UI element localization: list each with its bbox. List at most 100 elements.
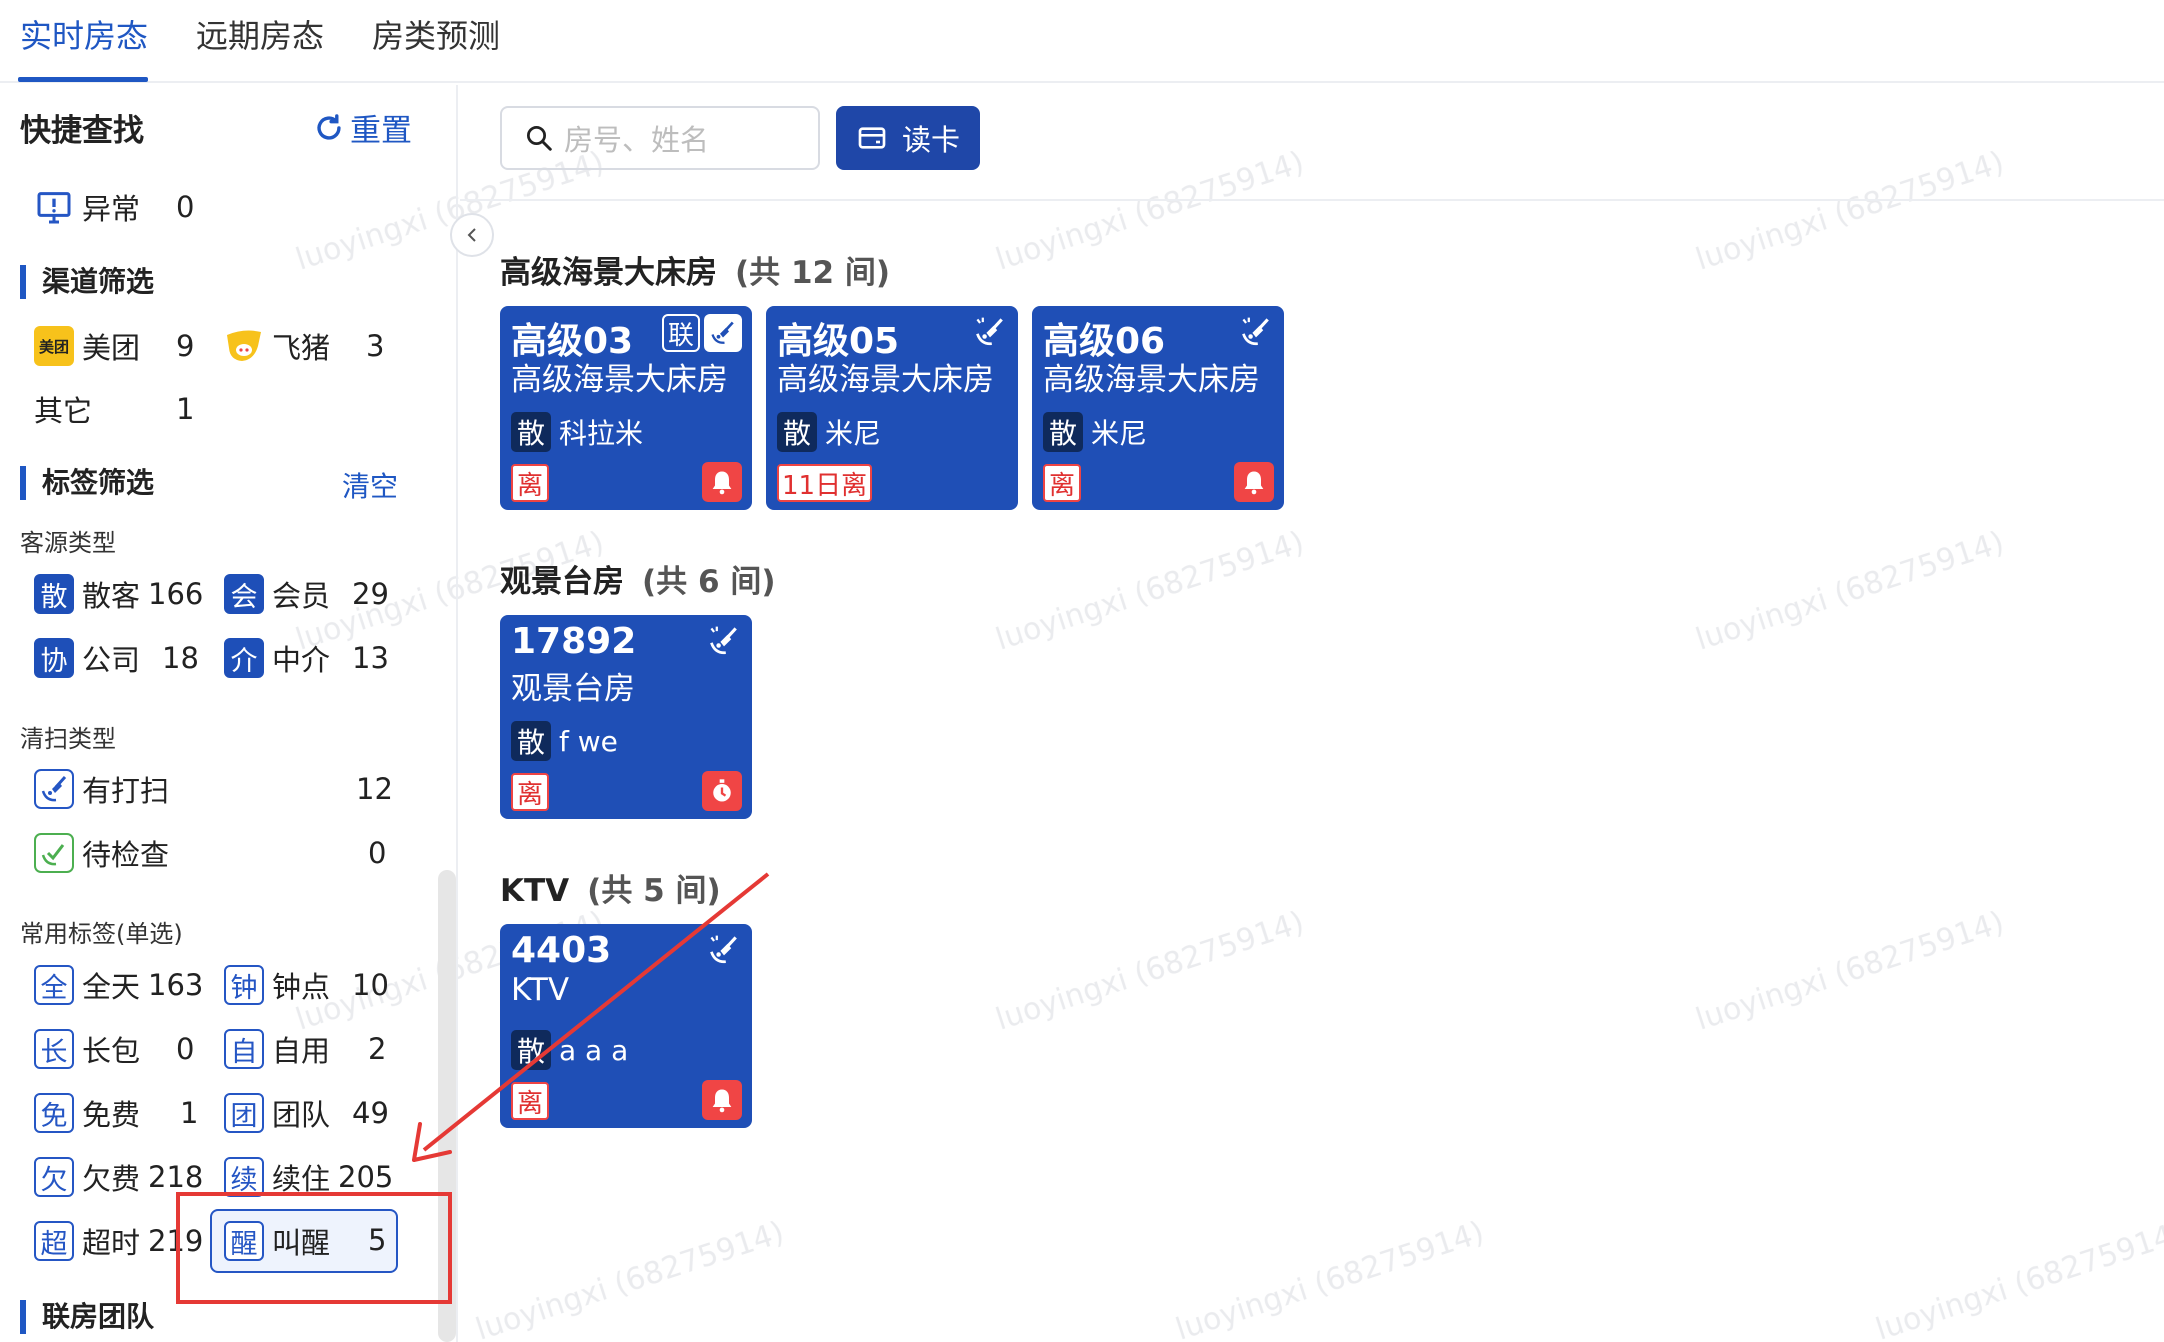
channel-count: 9 — [176, 329, 195, 363]
cleaning-icon — [704, 314, 742, 352]
room-group-title: KTV (共 5 间) — [500, 865, 721, 910]
clear-button[interactable]: 清空 — [342, 465, 398, 505]
abnormal-filter[interactable]: 异常 0 — [34, 183, 194, 231]
guest-type-badge: 介 — [224, 638, 264, 678]
reset-button[interactable]: 重置 — [312, 105, 412, 150]
guest-type-walkin-filter[interactable]: 散 散客 166 — [34, 570, 204, 618]
meituan-icon-text: 美团 — [38, 337, 69, 356]
guest-type-count: 18 — [162, 641, 199, 675]
departure-badge: 离 — [511, 464, 549, 502]
tag-count: 1 — [180, 1096, 199, 1130]
tab-realtime-status[interactable]: 实时房态 — [20, 14, 148, 58]
watermark-text: luoyingxi (68275914) — [992, 525, 1309, 658]
departure-badge: 11日离 — [777, 464, 873, 502]
guest-type-badge: 散 — [1043, 412, 1083, 452]
linked-room-heading: 联房团队 — [20, 1300, 154, 1334]
guest-type-member-filter[interactable]: 会 会员 29 — [224, 570, 394, 618]
guest-type-badge: 协 — [34, 638, 74, 678]
tag-fullday-filter[interactable]: 全 全天 163 — [34, 961, 204, 1009]
channel-fliggy-filter[interactable]: 飞猪 3 — [224, 322, 394, 370]
departure-badge: 离 — [1043, 464, 1081, 502]
room-card[interactable]: 17892 观景台房 散 f we 离 — [500, 615, 752, 819]
group-count: (共 6 间) — [642, 564, 776, 600]
toolbar-divider — [460, 199, 2164, 201]
read-card-button[interactable]: 读卡 — [836, 106, 980, 170]
room-card[interactable]: 高级06 高级海景大床房 散 米尼 离 — [1032, 306, 1284, 510]
tag-count: 49 — [352, 1096, 389, 1130]
room-type: 观景台房 — [511, 671, 635, 707]
guest-type-company-filter[interactable]: 协 公司 18 — [34, 634, 204, 682]
card-icon — [858, 127, 886, 149]
abnormal-count: 0 — [176, 190, 195, 224]
tag-badge: 全 — [34, 965, 74, 1005]
channel-other-filter[interactable]: 其它 1 — [34, 385, 204, 433]
channel-label: 美团 — [82, 331, 141, 365]
tag-label: 全天 — [82, 970, 141, 1004]
watermark-text: luoyingxi (68275914) — [1692, 905, 2009, 1038]
guest-type-agent-filter[interactable]: 介 中介 13 — [224, 634, 394, 682]
group-count: (共 12 间) — [735, 255, 891, 291]
watermark-text: luoyingxi (68275914) — [1872, 1215, 2164, 1342]
tag-badge: 免 — [34, 1093, 74, 1133]
tag-selfuse-filter[interactable]: 自 自用 2 — [224, 1025, 394, 1073]
timer-icon — [702, 771, 742, 811]
group-count: (共 5 间) — [587, 873, 721, 909]
guest-type-badge: 散 — [511, 412, 551, 452]
room-card[interactable]: 4403 KTV 散 a a a 离 — [500, 924, 752, 1128]
tab-room-forecast[interactable]: 房类预测 — [372, 14, 500, 58]
search-input[interactable]: 房号、姓名 — [500, 106, 820, 170]
channel-meituan-filter[interactable]: 美团 美团 9 — [34, 322, 204, 370]
watermark-text: luoyingxi (68275914) — [1172, 1215, 1489, 1342]
bell-icon — [702, 1080, 742, 1120]
clean-type-inspection-filter[interactable]: 待检查 0 — [34, 829, 394, 877]
tag-badge: 团 — [224, 1093, 264, 1133]
tag-badge: 欠 — [34, 1157, 74, 1197]
cleaning-icon — [976, 317, 1003, 346]
collapse-sidebar-button[interactable] — [450, 213, 494, 257]
room-guest: 散 米尼 — [1043, 412, 1147, 452]
guest-type-label: 公司 — [82, 643, 141, 677]
tag-longstay-filter[interactable]: 长 长包 0 — [34, 1025, 204, 1073]
watermark-text: luoyingxi (68275914) — [1692, 525, 2009, 658]
guest-type-count: 29 — [352, 577, 389, 611]
search-icon — [527, 126, 552, 151]
tag-count: 0 — [176, 1032, 195, 1066]
tag-count: 163 — [148, 968, 204, 1002]
channel-filter-heading: 渠道筛选 — [20, 265, 154, 299]
room-group-title: 观景台房 (共 6 间) — [500, 556, 776, 601]
linked-room-badge: 联 — [662, 314, 700, 352]
guest-type-heading: 客源类型 — [20, 529, 116, 557]
room-type: 高级海景大床房 — [1043, 362, 1260, 398]
room-number: 17892 — [511, 621, 637, 662]
channel-label: 飞猪 — [272, 331, 331, 365]
guest-type-badge: 散 — [777, 412, 817, 452]
room-group-title: 高级海景大床房 (共 12 间) — [500, 247, 890, 292]
watermark-text: luoyingxi (68275914) — [472, 1215, 789, 1342]
guest-type-badge: 散 — [511, 721, 551, 761]
tag-free-filter[interactable]: 免 免费 1 — [34, 1089, 204, 1137]
watermark-text: luoyingxi (68275914) — [992, 905, 1309, 1038]
group-name: 观景台房 — [500, 564, 624, 600]
clean-type-cleaning-filter[interactable]: 有打扫 12 — [34, 765, 394, 813]
tag-count: 2 — [368, 1032, 387, 1066]
cleaning-icon — [710, 626, 737, 655]
room-card[interactable]: 高级05 高级海景大床房 散 米尼 11日离 — [766, 306, 1018, 510]
room-type: 高级海景大床房 — [777, 362, 994, 398]
monitor-alert-icon — [37, 192, 71, 224]
room-number: 4403 — [511, 930, 612, 971]
tab-future-status[interactable]: 远期房态 — [196, 14, 324, 58]
abnormal-label: 异常 — [82, 192, 141, 226]
tag-label: 钟点 — [272, 970, 331, 1004]
watermark-text: luoyingxi (68275914) — [992, 145, 1309, 278]
clean-type-label: 有打扫 — [82, 774, 170, 808]
guest-type-count: 166 — [148, 577, 204, 611]
channel-count: 1 — [176, 392, 195, 426]
room-card[interactable]: 高级03 联 高级海景大床房 散 科拉米 离 — [500, 306, 752, 510]
channel-count: 3 — [366, 329, 385, 363]
tag-group-filter[interactable]: 团 团队 49 — [224, 1089, 394, 1137]
guest-type-badge: 散 — [511, 1030, 551, 1070]
tag-count: 218 — [148, 1160, 204, 1194]
annotation-highlight-box — [176, 1192, 452, 1304]
tag-hourly-filter[interactable]: 钟 钟点 10 — [224, 961, 394, 1009]
guest-name: 米尼 — [1091, 417, 1148, 450]
